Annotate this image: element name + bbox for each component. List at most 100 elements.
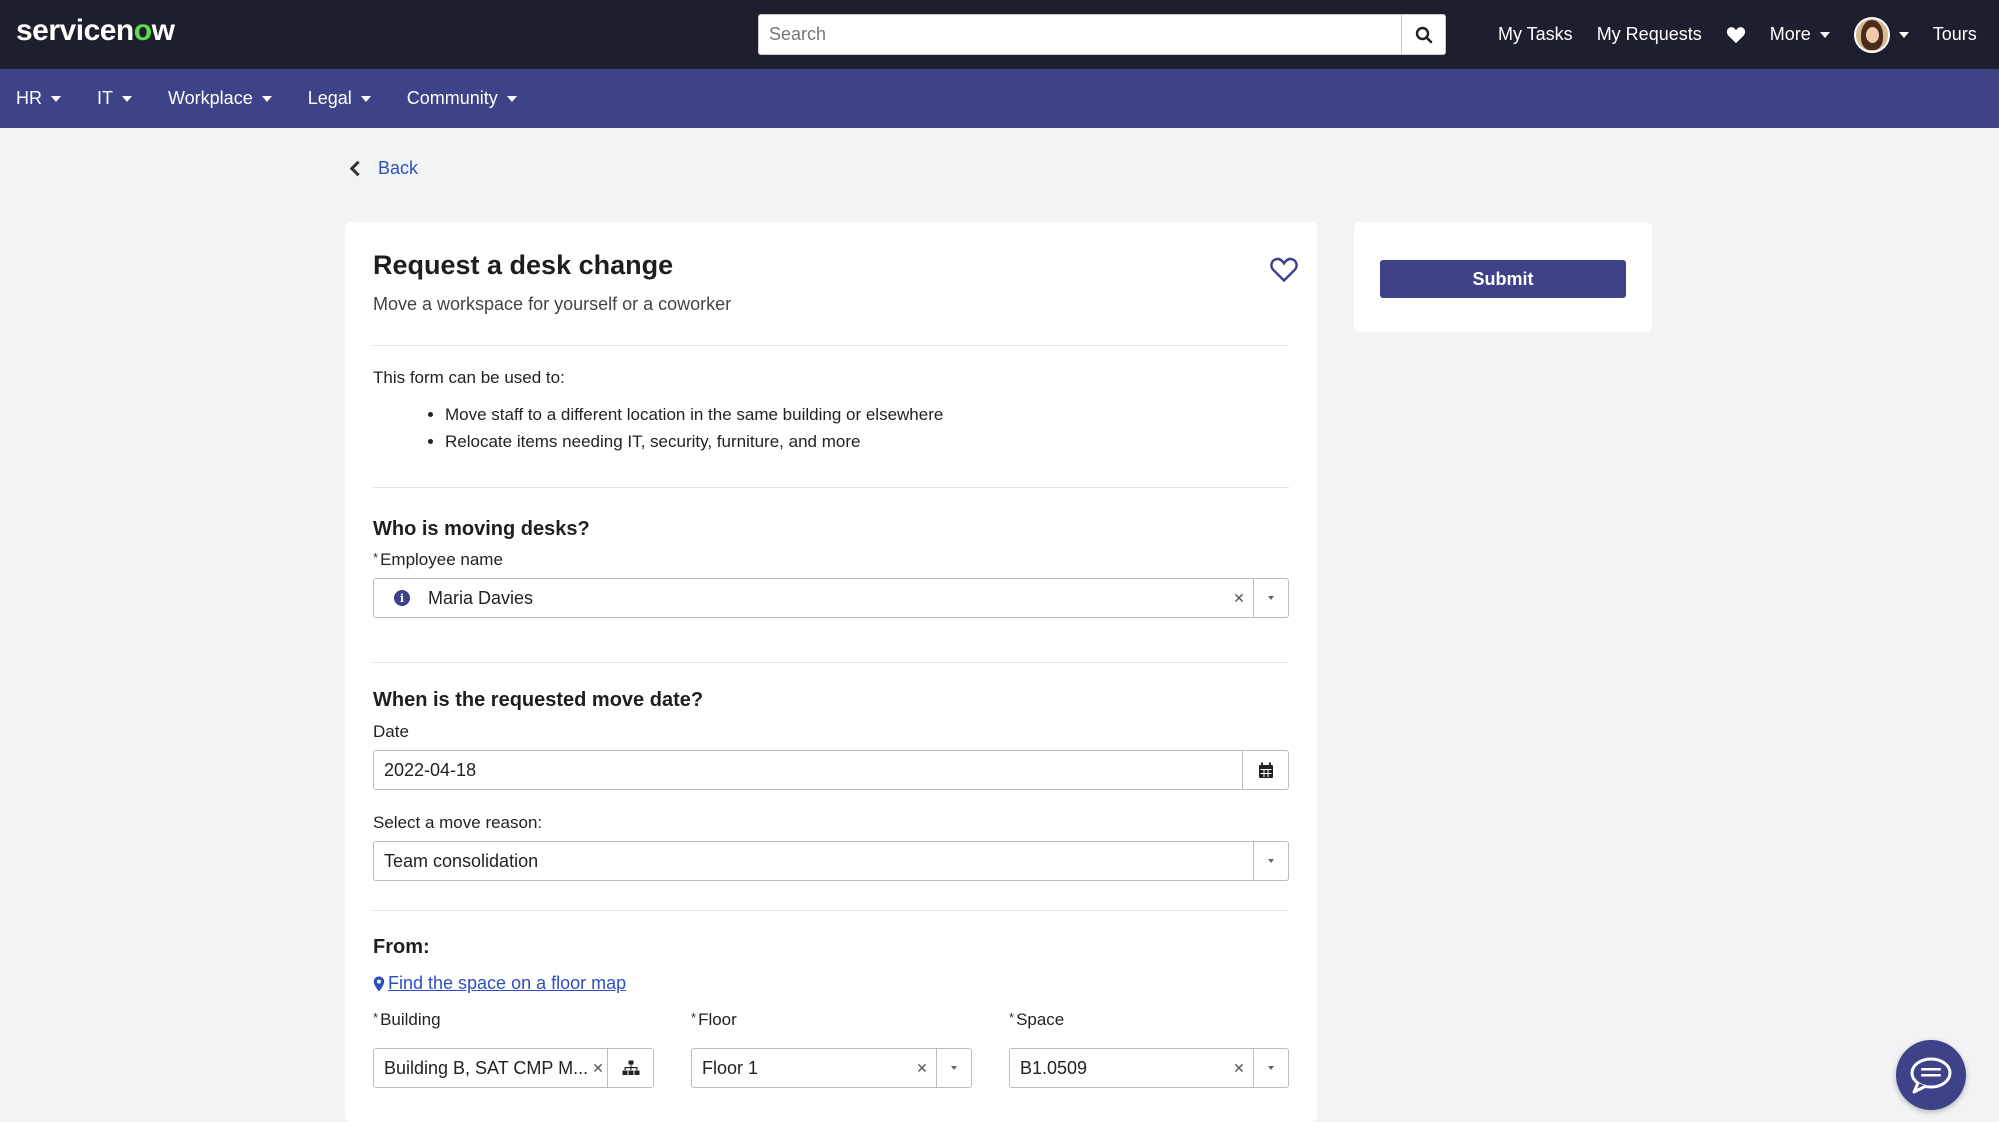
chevron-down-icon <box>261 95 272 102</box>
chat-button[interactable] <box>1896 1040 1966 1110</box>
form-intro: This form can be used to: <box>373 368 565 387</box>
building-label: * Building <box>373 1010 441 1030</box>
divider <box>373 487 1289 488</box>
space-dropdown-toggle[interactable] <box>1253 1049 1288 1087</box>
chevron-left-icon <box>349 160 366 177</box>
employee-dropdown-toggle[interactable] <box>1253 579 1288 617</box>
more-menu[interactable]: More <box>1770 24 1830 45</box>
move-reason-select[interactable]: Team consolidation <box>373 841 1289 881</box>
move-reason-value: Team consolidation <box>384 850 539 871</box>
nav-hr[interactable]: HR <box>16 88 61 109</box>
date-field[interactable]: 2022-04-18 <box>373 750 1289 790</box>
chevron-down-icon <box>1819 31 1830 38</box>
info-icon[interactable]: i <box>394 590 410 606</box>
space-value: B1.0509 <box>1020 1057 1088 1078</box>
logo-text-start: servicen <box>16 14 134 47</box>
chevron-down-icon <box>1898 31 1909 38</box>
nav-it-label: IT <box>97 88 113 108</box>
employee-name-label-text: Employee name <box>380 550 503 569</box>
calendar-icon <box>1258 762 1273 778</box>
search-icon <box>1415 26 1432 43</box>
move-reason-dropdown-toggle[interactable] <box>1253 842 1288 880</box>
required-mark: * <box>373 550 379 565</box>
move-reason-label: Select a move reason: <box>373 813 543 832</box>
map-pin-icon <box>373 976 385 991</box>
floor-map-link-text: Find the space on a floor map <box>388 973 627 993</box>
floor-value: Floor 1 <box>702 1057 759 1078</box>
chevron-down-icon <box>122 95 132 102</box>
my-requests-link[interactable]: My Requests <box>1597 24 1702 45</box>
back-label: Back <box>378 158 419 178</box>
employee-name-value: Maria Davies <box>428 587 534 608</box>
search-button[interactable] <box>1401 14 1446 55</box>
date-value: 2022-04-18 <box>384 759 477 780</box>
floor-label-text: Floor <box>698 1010 737 1029</box>
divider <box>373 910 1289 911</box>
chevron-down-icon <box>360 95 371 102</box>
building-field[interactable]: Building B, SAT CMP M... ✕ <box>373 1048 654 1088</box>
nav-it[interactable]: IT <box>97 88 132 109</box>
space-label: * Space <box>1009 1010 1064 1030</box>
date-heading: When is the requested move date? <box>373 689 704 711</box>
heart-outline-icon <box>1270 257 1298 283</box>
tours-link[interactable]: Tours <box>1933 24 1977 45</box>
my-tasks-link[interactable]: My Tasks <box>1498 24 1573 45</box>
form-bullets: Move staff to a different location in th… <box>445 405 943 459</box>
nav-workplace[interactable]: Workplace <box>168 88 272 109</box>
heart-filled-icon <box>1726 26 1745 43</box>
building-label-text: Building <box>380 1010 441 1029</box>
favorites-button[interactable] <box>1726 26 1746 44</box>
chevron-down-icon <box>1268 596 1274 600</box>
chevron-down-icon <box>506 95 517 102</box>
nav-community-label: Community <box>406 88 498 108</box>
logo-text-o: o <box>133 14 152 47</box>
space-label-text: Space <box>1016 1010 1065 1029</box>
my-tasks-label: My Tasks <box>1498 24 1573 44</box>
clear-icon[interactable]: ✕ <box>908 1060 936 1077</box>
clear-icon[interactable]: ✕ <box>589 1060 607 1077</box>
chevron-down-icon <box>51 95 61 102</box>
global-search <box>758 14 1446 55</box>
divider <box>373 345 1289 346</box>
avatar <box>1853 16 1890 53</box>
chevron-down-icon <box>951 1066 957 1070</box>
back-link[interactable]: Back <box>349 158 419 179</box>
employee-name-field[interactable]: i Maria Davies ✕ <box>373 578 1289 618</box>
chevron-down-icon <box>1268 859 1274 863</box>
list-item: Relocate items needing IT, security, fur… <box>445 432 943 451</box>
building-hierarchy-button[interactable] <box>607 1049 653 1087</box>
nav-hr-label: HR <box>16 88 42 108</box>
user-menu[interactable] <box>1853 16 1909 53</box>
clear-icon[interactable]: ✕ <box>1225 1060 1253 1077</box>
submit-panel: Submit <box>1354 222 1652 332</box>
add-favorite-button[interactable] <box>1269 256 1299 288</box>
servicenow-logo[interactable]: servicenow <box>16 14 175 48</box>
required-mark: * <box>691 1010 697 1025</box>
header-nav: My Tasks My Requests More Tours <box>1498 0 1999 69</box>
submit-button[interactable]: Submit <box>1380 260 1626 298</box>
my-requests-label: My Requests <box>1596 24 1702 44</box>
search-input[interactable] <box>758 14 1401 55</box>
category-nav: HR IT Workplace Legal Community <box>0 69 1999 128</box>
list-item: Move staff to a different location in th… <box>445 405 943 424</box>
floor-label: * Floor <box>691 1010 737 1030</box>
required-mark: * <box>1009 1010 1015 1025</box>
nav-legal-label: Legal <box>307 88 352 108</box>
building-value: Building B, SAT CMP M... <box>384 1057 589 1078</box>
date-label: Date <box>373 722 409 741</box>
space-field[interactable]: B1.0509 ✕ <box>1009 1048 1289 1088</box>
nav-legal[interactable]: Legal <box>308 88 371 109</box>
floor-field[interactable]: Floor 1 ✕ <box>691 1048 972 1088</box>
nav-community[interactable]: Community <box>407 88 517 109</box>
clear-icon[interactable]: ✕ <box>1225 590 1253 607</box>
more-label: More <box>1769 24 1811 44</box>
sitemap-icon <box>622 1060 639 1075</box>
floor-map-link[interactable]: Find the space on a floor map <box>373 973 626 994</box>
logo-text-end: w <box>151 14 175 47</box>
calendar-button[interactable] <box>1242 751 1288 789</box>
floor-dropdown-toggle[interactable] <box>936 1049 971 1087</box>
employee-name-label: * Employee name <box>373 550 503 570</box>
divider <box>373 662 1289 663</box>
nav-workplace-label: Workplace <box>168 88 253 108</box>
chat-bubble-icon <box>1910 1057 1952 1094</box>
